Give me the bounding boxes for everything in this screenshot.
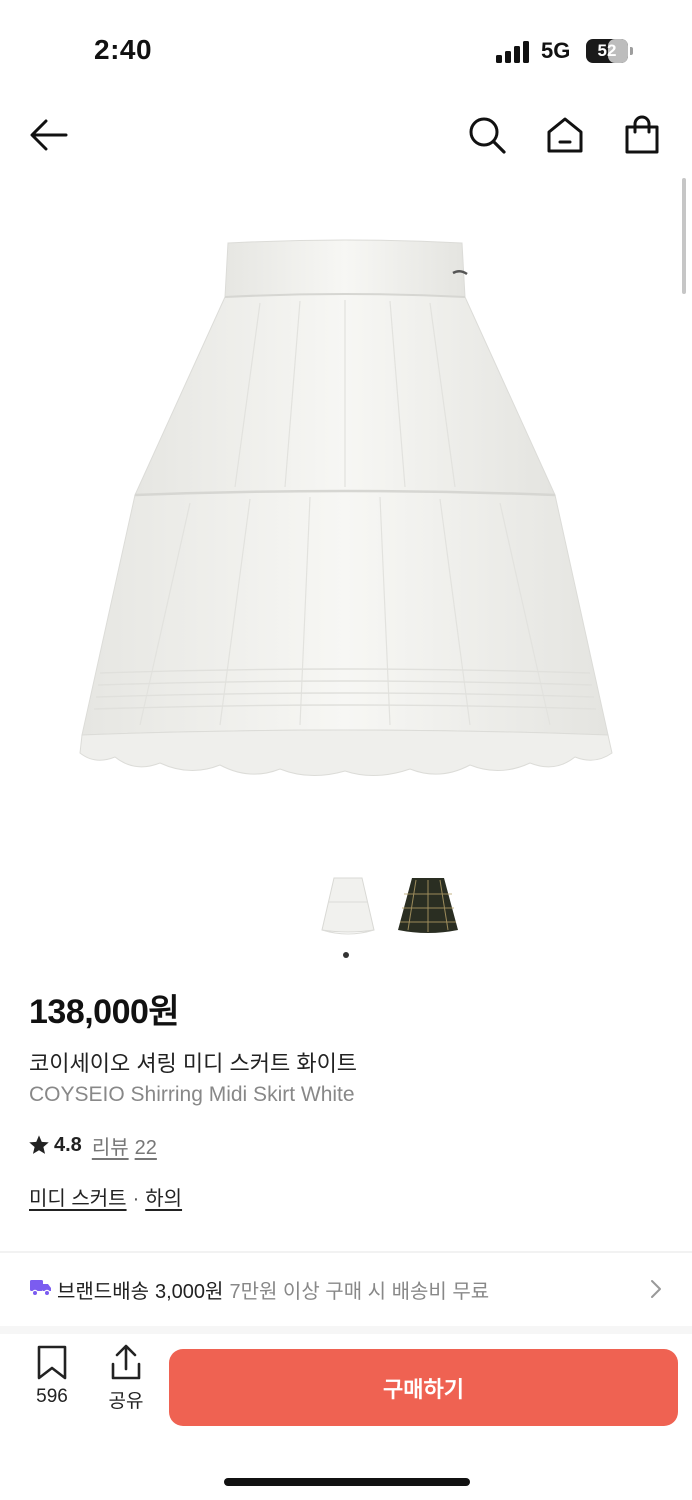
- category-breadcrumb: 미디 스커트 · 하의: [29, 1182, 182, 1211]
- home-indicator[interactable]: [224, 1478, 470, 1486]
- bookmark-icon: [37, 1345, 67, 1380]
- section-divider-thick: [0, 1326, 692, 1334]
- product-name-english: COYSEIO Shirring Midi Skirt White: [29, 1083, 355, 1106]
- share-icon: [111, 1344, 141, 1380]
- thumbnail-strip: [312, 872, 472, 944]
- network-type: 5G: [541, 38, 571, 63]
- battery-level: 52: [597, 41, 617, 60]
- arrow-left-icon[interactable]: [28, 114, 70, 156]
- category-link[interactable]: 미디 스커트: [29, 1188, 127, 1210]
- cellular-signal-icon: [496, 41, 529, 63]
- shopping-bag-icon[interactable]: [621, 114, 663, 156]
- share-button[interactable]: 공유: [98, 1344, 154, 1416]
- review-link[interactable]: 리뷰 22: [92, 1131, 157, 1160]
- product-main-image[interactable]: [60, 225, 630, 800]
- parent-category-link[interactable]: 하의: [145, 1188, 182, 1210]
- home-icon[interactable]: [544, 114, 586, 156]
- thumbnail-white-skirt[interactable]: [314, 872, 382, 944]
- product-price: 138,000원: [29, 993, 180, 1031]
- shipping-free-condition: 7만원 이상 구매 시 배송비 무료: [229, 1281, 490, 1303]
- thumbnail-plaid-skirt[interactable]: [394, 872, 462, 944]
- truck-icon: [30, 1280, 51, 1296]
- category-separator: ·: [132, 1188, 140, 1210]
- top-nav: [0, 100, 692, 170]
- wishlist-count: 596: [36, 1386, 68, 1407]
- shipping-info-row[interactable]: 브랜드배송 3,000원 7만원 이상 구매 시 배송비 무료: [0, 1253, 692, 1323]
- shipping-text: 브랜드배송 3,000원 7만원 이상 구매 시 배송비 무료: [57, 1275, 489, 1304]
- product-name-korean: 코이세이오 셔링 미디 스커트 화이트: [29, 1051, 358, 1076]
- review-label: 리뷰: [91, 1136, 129, 1159]
- gallery-page-dot: [343, 952, 349, 958]
- battery-icon: 52: [586, 39, 628, 63]
- status-time: 2:40: [94, 34, 153, 65]
- battery-nub: [630, 47, 633, 55]
- search-icon[interactable]: [466, 114, 508, 156]
- chevron-right-icon: [651, 1280, 661, 1298]
- review-count: 22: [134, 1136, 157, 1159]
- wishlist-button[interactable]: 596: [24, 1344, 80, 1416]
- status-bar: 2:40 5G 52: [0, 0, 692, 100]
- bottom-action-bar: 596 공유 구매하기: [0, 1334, 692, 1500]
- scrollbar-thumb[interactable]: [682, 178, 686, 294]
- rating-row: 4.8 리뷰 22: [28, 1130, 157, 1160]
- rating-score: 4.8: [54, 1133, 82, 1156]
- buy-button[interactable]: 구매하기: [169, 1349, 678, 1426]
- star-icon: [29, 1135, 49, 1154]
- shipping-label: 브랜드배송: [57, 1281, 149, 1303]
- shipping-fee: 3,000원: [155, 1281, 224, 1303]
- share-label: 공유: [108, 1391, 144, 1412]
